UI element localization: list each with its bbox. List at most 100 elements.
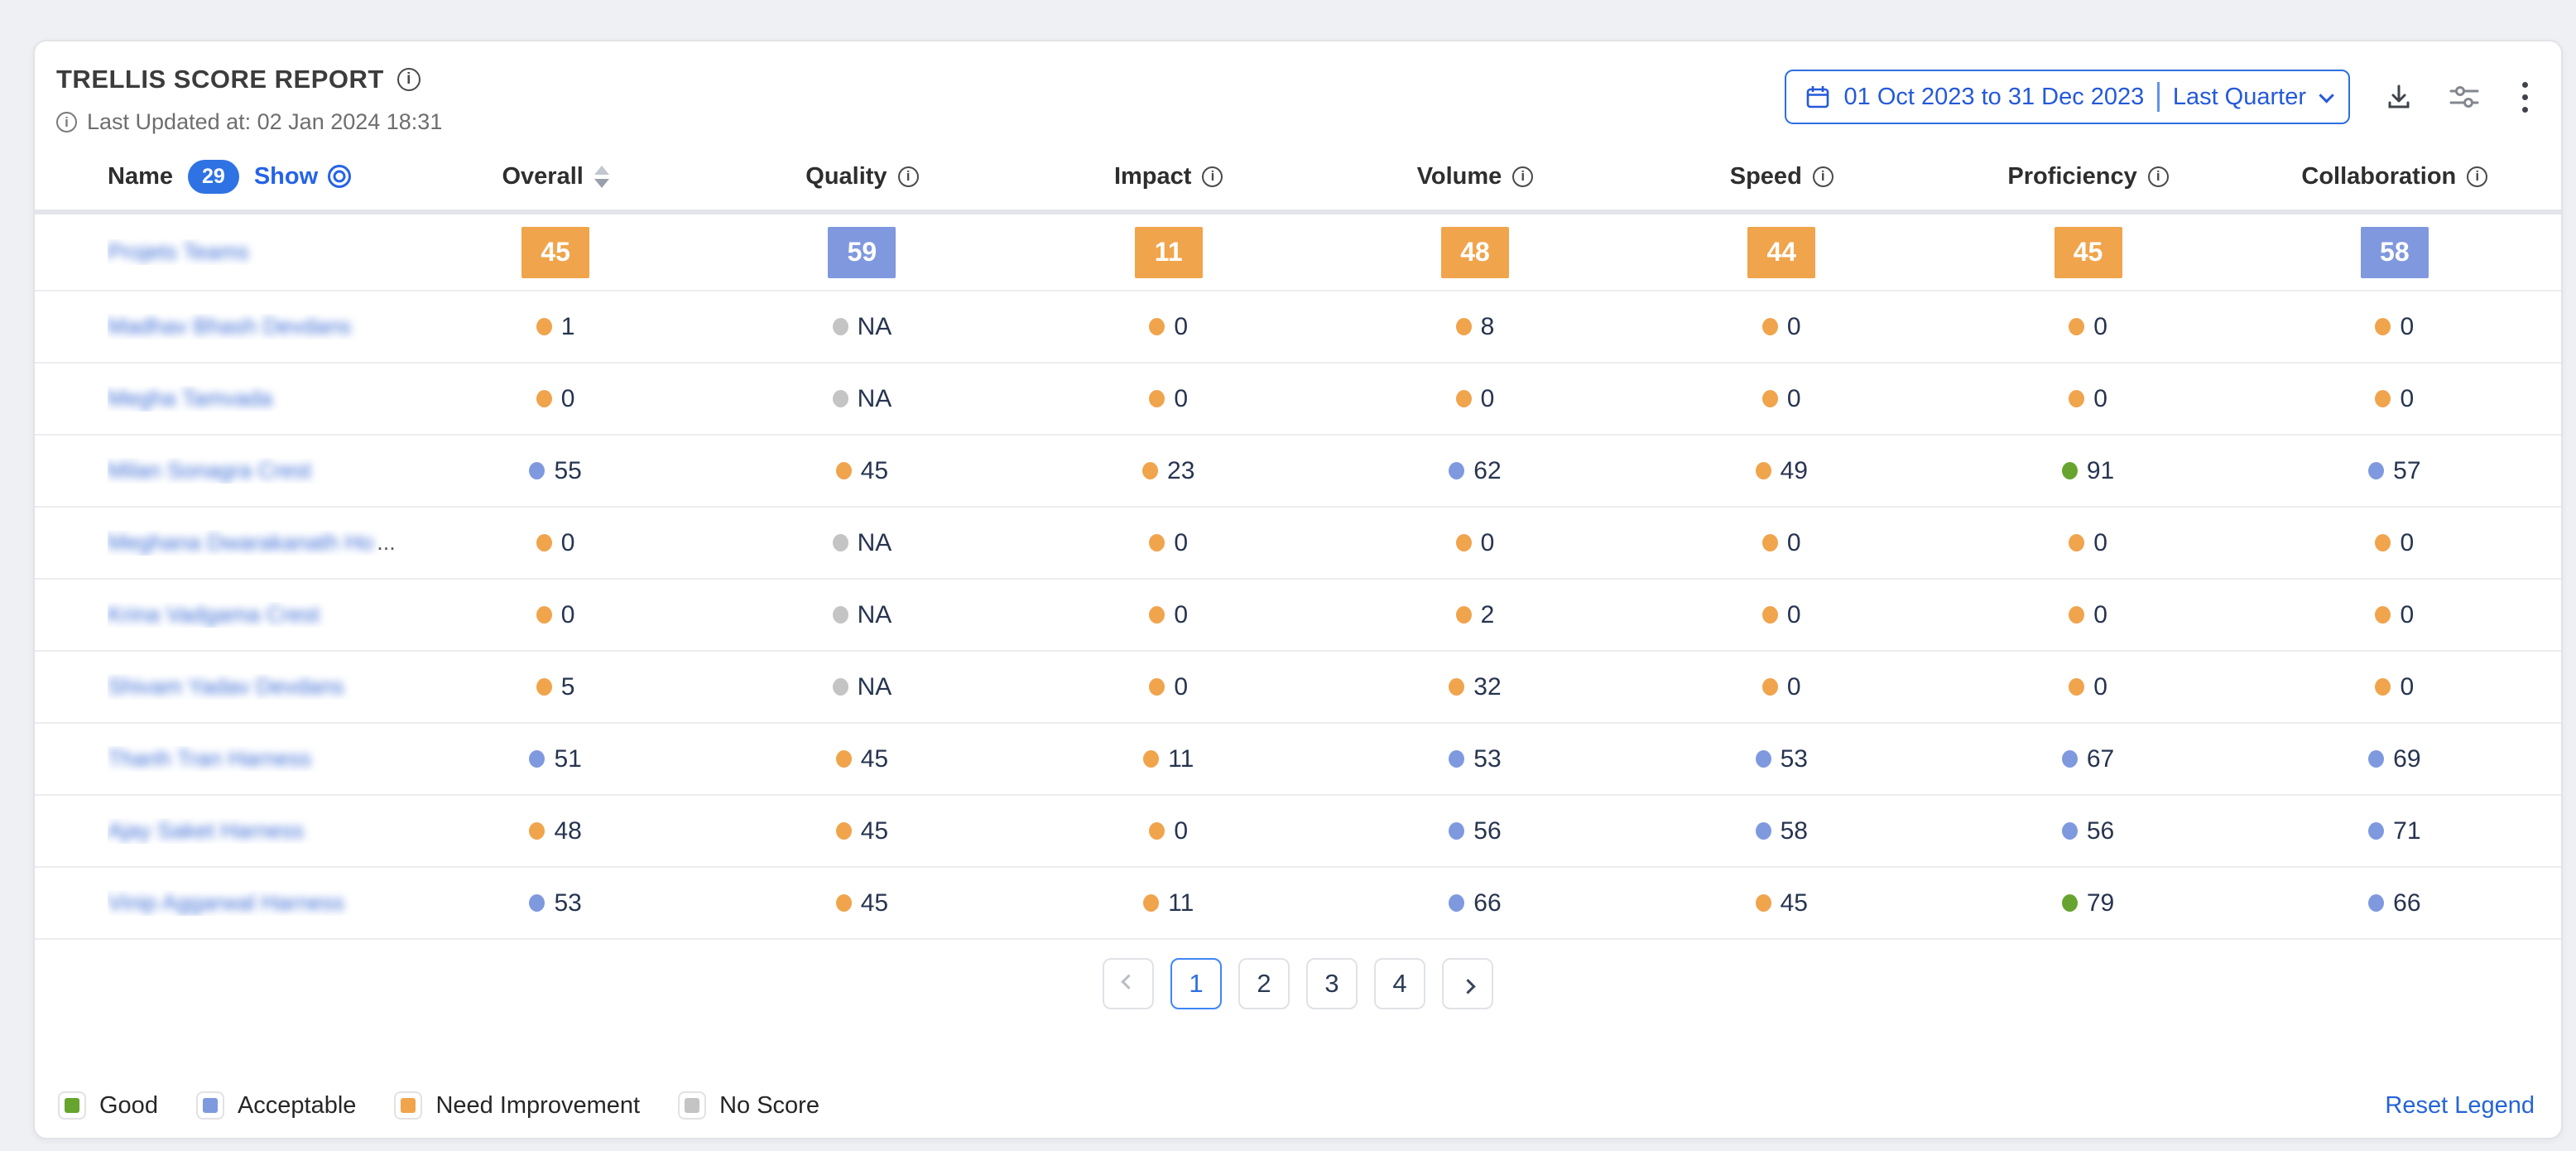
legend-item-none[interactable]: No Score <box>678 1091 819 1120</box>
column-header-speed[interactable]: Speedi <box>1628 163 1934 190</box>
score-cell: 0 <box>1934 673 2241 701</box>
score-dot <box>833 678 848 696</box>
column-header-impact[interactable]: Impacti <box>1016 163 1322 190</box>
column-info-icon[interactable]: i <box>1512 166 1533 187</box>
column-header-overall[interactable]: Overall <box>402 163 709 190</box>
score-value: 48 <box>554 817 581 845</box>
column-info-icon[interactable]: i <box>1202 166 1223 187</box>
column-header-volume[interactable]: Volumei <box>1322 163 1628 190</box>
score-cell: 53 <box>1322 745 1628 773</box>
legend-bar: Good Acceptable Need Improvement No Score R… <box>35 1091 2561 1138</box>
score-dot <box>1456 606 1472 624</box>
score-dot-value: 0 <box>1149 529 1188 557</box>
table-header-row: Name 29 Show OverallQualityiImpactiVolum… <box>35 143 2561 214</box>
score-value: 0 <box>2093 385 2107 413</box>
team-name-link[interactable]: Vinip Aggarwal Harness <box>108 890 344 916</box>
team-name-link[interactable]: Projets Teams <box>108 239 249 265</box>
filter-settings-button[interactable] <box>2448 81 2481 113</box>
score-cell: 0 <box>1934 529 2241 557</box>
score-dot <box>2368 750 2384 768</box>
score-dot-value: 53 <box>1449 745 1501 773</box>
score-value: 0 <box>1174 529 1188 557</box>
score-cell: 49 <box>1628 457 1934 485</box>
score-value: 58 <box>1781 817 1808 845</box>
show-names-toggle[interactable]: Show <box>254 163 353 190</box>
page-button-1[interactable]: 1 <box>1170 958 1222 1009</box>
more-options-button[interactable] <box>2514 79 2536 116</box>
page-button-3[interactable]: 3 <box>1306 958 1358 1009</box>
score-cell: 0 <box>1016 529 1322 557</box>
score-cell: 5 <box>402 673 709 701</box>
score-value: 71 <box>2393 817 2420 845</box>
score-dot <box>1143 750 1159 768</box>
column-info-icon[interactable]: i <box>898 166 919 187</box>
score-dot <box>529 750 545 768</box>
team-name-link[interactable]: Megha Tamvada <box>108 386 272 412</box>
team-name-link[interactable]: Krina Vadgama Crest <box>108 602 320 628</box>
column-header-quality[interactable]: Qualityi <box>709 163 1015 190</box>
column-header-proficiency[interactable]: Proficiencyi <box>1934 163 2241 190</box>
legend-item-acceptable[interactable]: Acceptable <box>196 1091 357 1120</box>
score-cell: 45 <box>1934 227 2241 278</box>
score-badge: 44 <box>1747 227 1815 278</box>
page-button-4[interactable]: 4 <box>1374 958 1425 1009</box>
score-dot <box>2375 606 2391 624</box>
legend-item-good[interactable]: Good <box>58 1091 158 1120</box>
score-cell: 71 <box>2242 817 2548 845</box>
score-dot <box>1756 894 1771 912</box>
date-range-button[interactable]: 01 Oct 2023 to 31 Dec 2023 Last Quarter <box>1785 70 2350 124</box>
team-name-link[interactable]: Thanh Tran Harness <box>108 746 311 772</box>
legend-item-need[interactable]: Need Improvement <box>394 1091 640 1120</box>
legend-checkbox <box>678 1091 706 1120</box>
score-cell: 1 <box>402 313 709 341</box>
score-cell: 0 <box>402 385 709 413</box>
score-dot-value: 0 <box>1149 385 1188 413</box>
score-value: 11 <box>1168 745 1194 773</box>
score-dot <box>1456 534 1472 551</box>
reset-legend-button[interactable]: Reset Legend <box>2385 1092 2535 1120</box>
score-value: 45 <box>861 817 888 845</box>
team-name-link[interactable]: Ajay Saket Harness <box>108 818 304 844</box>
score-cell: 44 <box>1628 227 1934 278</box>
title-info-icon[interactable]: i <box>397 68 421 91</box>
team-name-link[interactable]: Meghana Dwarakanath Ho <box>108 530 373 556</box>
score-value: 0 <box>1787 601 1801 629</box>
score-value: 0 <box>561 601 575 629</box>
score-cell: 8 <box>1322 313 1628 341</box>
name-cell: Madhav Bhash Devdans <box>108 314 402 340</box>
chevron-left-icon <box>1121 974 1136 989</box>
download-button[interactable] <box>2383 81 2415 113</box>
column-header-collaboration[interactable]: Collaborationi <box>2242 163 2548 190</box>
table-row: Shivam Yadav Devdans5NA032000 <box>35 652 2561 724</box>
score-dot <box>2368 822 2384 840</box>
score-cell: 62 <box>1322 457 1628 485</box>
score-cell: 0 <box>1628 673 1934 701</box>
score-value: 0 <box>1174 313 1188 341</box>
score-cell: 58 <box>2242 227 2548 278</box>
score-dot-value: 0 <box>1762 385 1801 413</box>
column-info-icon[interactable]: i <box>2467 166 2487 187</box>
score-dot <box>1449 678 1464 696</box>
score-value: NA <box>858 601 892 629</box>
score-cell: 45 <box>709 889 1015 917</box>
previous-page-button[interactable] <box>1103 958 1154 1009</box>
page-button-2[interactable]: 2 <box>1238 958 1290 1009</box>
next-page-button[interactable] <box>1442 958 1493 1009</box>
legend-color-swatch <box>401 1098 416 1113</box>
score-dot <box>833 318 848 335</box>
table-row: Thanh Tran Harness51451153536769 <box>35 724 2561 796</box>
score-dot <box>2368 462 2384 479</box>
column-info-icon[interactable]: i <box>1813 166 1833 187</box>
score-dot <box>1143 894 1159 912</box>
team-name-link[interactable]: Milan Sonagra Crest <box>108 458 311 484</box>
team-name-link[interactable]: Madhav Bhash Devdans <box>108 314 351 340</box>
team-name-link[interactable]: Shivam Yadav Devdans <box>108 674 344 700</box>
score-dot <box>1762 678 1778 696</box>
score-dot <box>1756 750 1771 768</box>
score-dot-value: 0 <box>1149 601 1188 629</box>
column-info-icon[interactable]: i <box>2148 166 2169 187</box>
sort-icon[interactable] <box>594 166 609 188</box>
score-value: 0 <box>1174 601 1188 629</box>
name-column-header: Name 29 Show <box>108 160 402 194</box>
score-dot-value: 0 <box>1456 529 1495 557</box>
